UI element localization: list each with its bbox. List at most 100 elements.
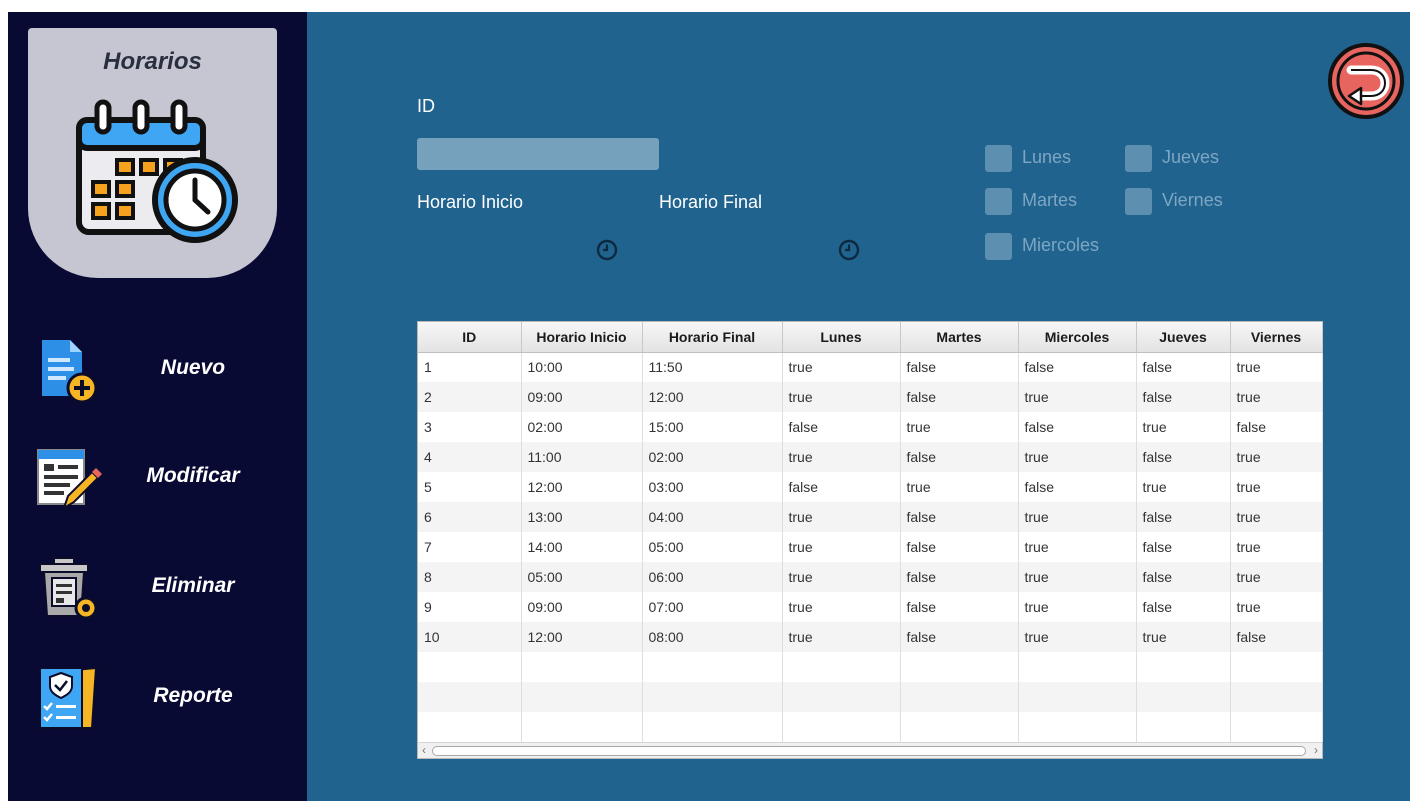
table-cell[interactable]: 05:00 <box>642 532 783 562</box>
table-cell[interactable]: 09:00 <box>521 382 643 412</box>
modificar-button[interactable]: Modificar <box>8 438 307 518</box>
checkbox-jueves-box[interactable] <box>1125 145 1152 172</box>
table-cell[interactable]: 05:00 <box>521 562 643 592</box>
table-cell[interactable]: true <box>1230 562 1323 592</box>
table-cell[interactable]: false <box>1230 412 1323 442</box>
table-cell[interactable]: false <box>782 412 901 442</box>
table-cell[interactable]: true <box>1230 442 1323 472</box>
empty-table-row[interactable] <box>418 682 1323 712</box>
table-cell[interactable]: 10:00 <box>521 352 643 382</box>
table-cell[interactable]: false <box>1018 412 1137 442</box>
table-cell[interactable] <box>900 712 1019 742</box>
table-cell[interactable]: true <box>782 622 901 652</box>
table-cell[interactable] <box>782 652 901 682</box>
checkbox-martes-box[interactable] <box>985 188 1012 215</box>
checkbox-viernes-box[interactable] <box>1125 188 1152 215</box>
column-header-viernes[interactable]: Viernes <box>1230 322 1323 353</box>
table-cell[interactable]: true <box>1136 472 1231 502</box>
table-cell[interactable]: true <box>782 502 901 532</box>
checkbox-lunes-box[interactable] <box>985 145 1012 172</box>
table-cell[interactable] <box>900 652 1019 682</box>
table-cell[interactable]: false <box>900 352 1019 382</box>
table-cell[interactable]: true <box>782 532 901 562</box>
table-cell[interactable]: 2 <box>418 382 522 412</box>
table-cell[interactable]: true <box>1018 532 1137 562</box>
table-cell[interactable]: 9 <box>418 592 522 622</box>
table-cell[interactable] <box>642 652 783 682</box>
back-return-button[interactable] <box>1327 42 1405 120</box>
start-time-picker-clock-icon[interactable] <box>596 239 618 261</box>
table-cell[interactable]: false <box>1136 382 1231 412</box>
table-cell[interactable]: true <box>1230 352 1323 382</box>
table-cell[interactable] <box>521 682 643 712</box>
table-cell[interactable]: false <box>1136 532 1231 562</box>
table-cell[interactable]: 06:00 <box>642 562 783 592</box>
table-cell[interactable] <box>1136 652 1231 682</box>
table-cell[interactable]: true <box>1018 502 1137 532</box>
table-cell[interactable]: true <box>1018 442 1137 472</box>
table-cell[interactable]: true <box>1136 622 1231 652</box>
table-row[interactable]: 10 12:00 08:00 true false true true false <box>418 622 1323 652</box>
table-cell[interactable] <box>1230 712 1323 742</box>
table-cell[interactable]: 09:00 <box>521 592 643 622</box>
table-cell[interactable]: false <box>782 472 901 502</box>
table-cell[interactable]: 14:00 <box>521 532 643 562</box>
table-cell[interactable] <box>642 712 783 742</box>
table-row[interactable]: 3 02:00 15:00 false true false true false <box>418 412 1323 442</box>
table-cell[interactable]: true <box>900 472 1019 502</box>
table-cell[interactable]: false <box>1136 592 1231 622</box>
table-cell[interactable]: false <box>900 622 1019 652</box>
table-cell[interactable]: false <box>1018 352 1137 382</box>
table-cell[interactable] <box>1018 652 1137 682</box>
column-header-miercoles[interactable]: Miercoles <box>1018 322 1137 353</box>
table-cell[interactable]: 12:00 <box>521 472 643 502</box>
table-cell[interactable] <box>782 712 901 742</box>
table-cell[interactable] <box>1230 682 1323 712</box>
table-cell[interactable]: true <box>1230 532 1323 562</box>
table-cell[interactable]: false <box>1136 352 1231 382</box>
table-cell[interactable]: true <box>1136 412 1231 442</box>
table-cell[interactable]: 15:00 <box>642 412 783 442</box>
table-cell[interactable]: 3 <box>418 412 522 442</box>
table-cell[interactable]: 12:00 <box>642 382 783 412</box>
table-cell[interactable]: false <box>900 442 1019 472</box>
table-cell[interactable]: 10 <box>418 622 522 652</box>
table-cell[interactable] <box>782 682 901 712</box>
table-cell[interactable]: 6 <box>418 502 522 532</box>
table-cell[interactable] <box>521 712 643 742</box>
table-cell[interactable]: false <box>900 592 1019 622</box>
empty-table-row[interactable] <box>418 652 1323 682</box>
column-header-horario-inicio[interactable]: Horario Inicio <box>521 322 643 353</box>
table-row[interactable]: 8 05:00 06:00 true false true false true <box>418 562 1323 592</box>
table-cell[interactable]: true <box>1230 472 1323 502</box>
table-cell[interactable]: 11:00 <box>521 442 643 472</box>
table-cell[interactable]: 04:00 <box>642 502 783 532</box>
column-header-lunes[interactable]: Lunes <box>782 322 901 353</box>
table-cell[interactable] <box>1018 712 1137 742</box>
table-cell[interactable]: 12:00 <box>521 622 643 652</box>
table-cell[interactable]: true <box>1018 562 1137 592</box>
scroll-right-icon[interactable]: › <box>1314 743 1318 757</box>
table-cell[interactable] <box>900 682 1019 712</box>
table-cell[interactable]: false <box>1136 442 1231 472</box>
table-cell[interactable]: true <box>1018 592 1137 622</box>
table-cell[interactable] <box>1230 652 1323 682</box>
reporte-button[interactable]: Reporte <box>8 658 307 738</box>
table-cell[interactable]: false <box>900 562 1019 592</box>
table-cell[interactable]: 4 <box>418 442 522 472</box>
table-row[interactable]: 2 09:00 12:00 true false true false true <box>418 382 1323 412</box>
table-cell[interactable]: false <box>1136 562 1231 592</box>
eliminar-button[interactable]: Eliminar <box>8 548 307 628</box>
table-cell[interactable] <box>1136 682 1231 712</box>
end-time-picker-clock-icon[interactable] <box>838 239 860 261</box>
table-cell[interactable]: false <box>900 532 1019 562</box>
table-cell[interactable] <box>418 682 522 712</box>
table-cell[interactable]: true <box>1230 592 1323 622</box>
table-cell[interactable]: true <box>782 562 901 592</box>
table-cell[interactable]: 08:00 <box>642 622 783 652</box>
table-cell[interactable] <box>418 712 522 742</box>
table-cell[interactable]: 8 <box>418 562 522 592</box>
table-row[interactable]: 6 13:00 04:00 true false true false true <box>418 502 1323 532</box>
table-cell[interactable]: true <box>1018 382 1137 412</box>
checkbox-miercoles-box[interactable] <box>985 233 1012 260</box>
